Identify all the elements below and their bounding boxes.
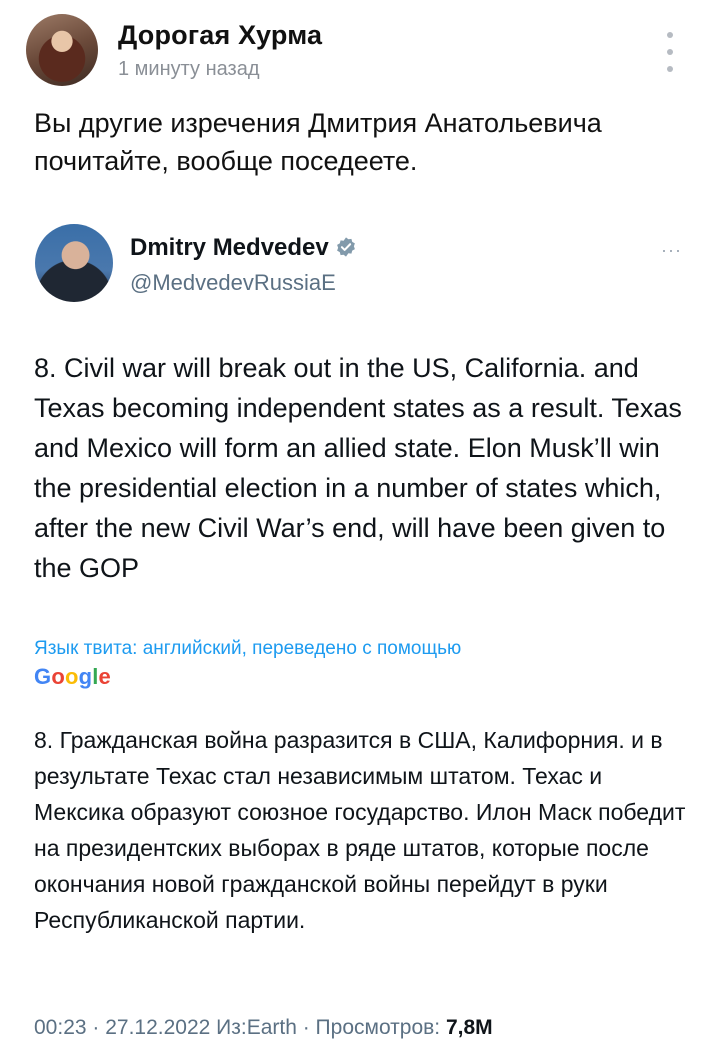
google-logo: Google bbox=[34, 664, 111, 689]
tweet-author-name-text: Dmitry Medvedev bbox=[130, 234, 329, 261]
verified-badge-icon bbox=[336, 237, 355, 257]
translated-tweet-text: 8. Гражданская война разразится в США, К… bbox=[34, 727, 686, 933]
tweet-views: 7,8M bbox=[445, 1016, 493, 1039]
tweet-more-icon: ··· bbox=[661, 240, 682, 260]
tweet-author-avatar bbox=[35, 224, 113, 302]
translation-note: Язык твита: английский, переведено с пом… bbox=[34, 638, 462, 659]
author-name[interactable]: Дорогая Хурма bbox=[118, 20, 322, 51]
post-text: Вы другие изречения Дмитрия Анатольевича… bbox=[34, 108, 602, 176]
embedded-tweet-image: Dmitry Medvedev @MedvedevRussiaE ··· 8. … bbox=[0, 200, 720, 1059]
tweet-meta: 00:23 · 27.12.2022 Из:Earth · Просмотров… bbox=[34, 1016, 694, 1040]
kebab-menu-icon[interactable] bbox=[664, 32, 676, 72]
author-avatar[interactable] bbox=[26, 14, 98, 86]
post-page: Дорогая Хурма 1 минуту назад Вы другие и… bbox=[0, 0, 720, 1059]
post-time: 1 минуту назад bbox=[118, 58, 260, 80]
tweet-meta-text: 00:23 · 27.12.2022 Из:Earth · Просмотров… bbox=[34, 1016, 446, 1039]
tweet-author-handle: @MedvedevRussiaE bbox=[130, 270, 336, 295]
tweet-author-name: Dmitry Medvedev bbox=[130, 234, 357, 262]
post-header: Дорогая Хурма 1 минуту назад bbox=[26, 14, 696, 86]
tweet-text: 8. Civil war will break out in the US, C… bbox=[34, 353, 682, 583]
